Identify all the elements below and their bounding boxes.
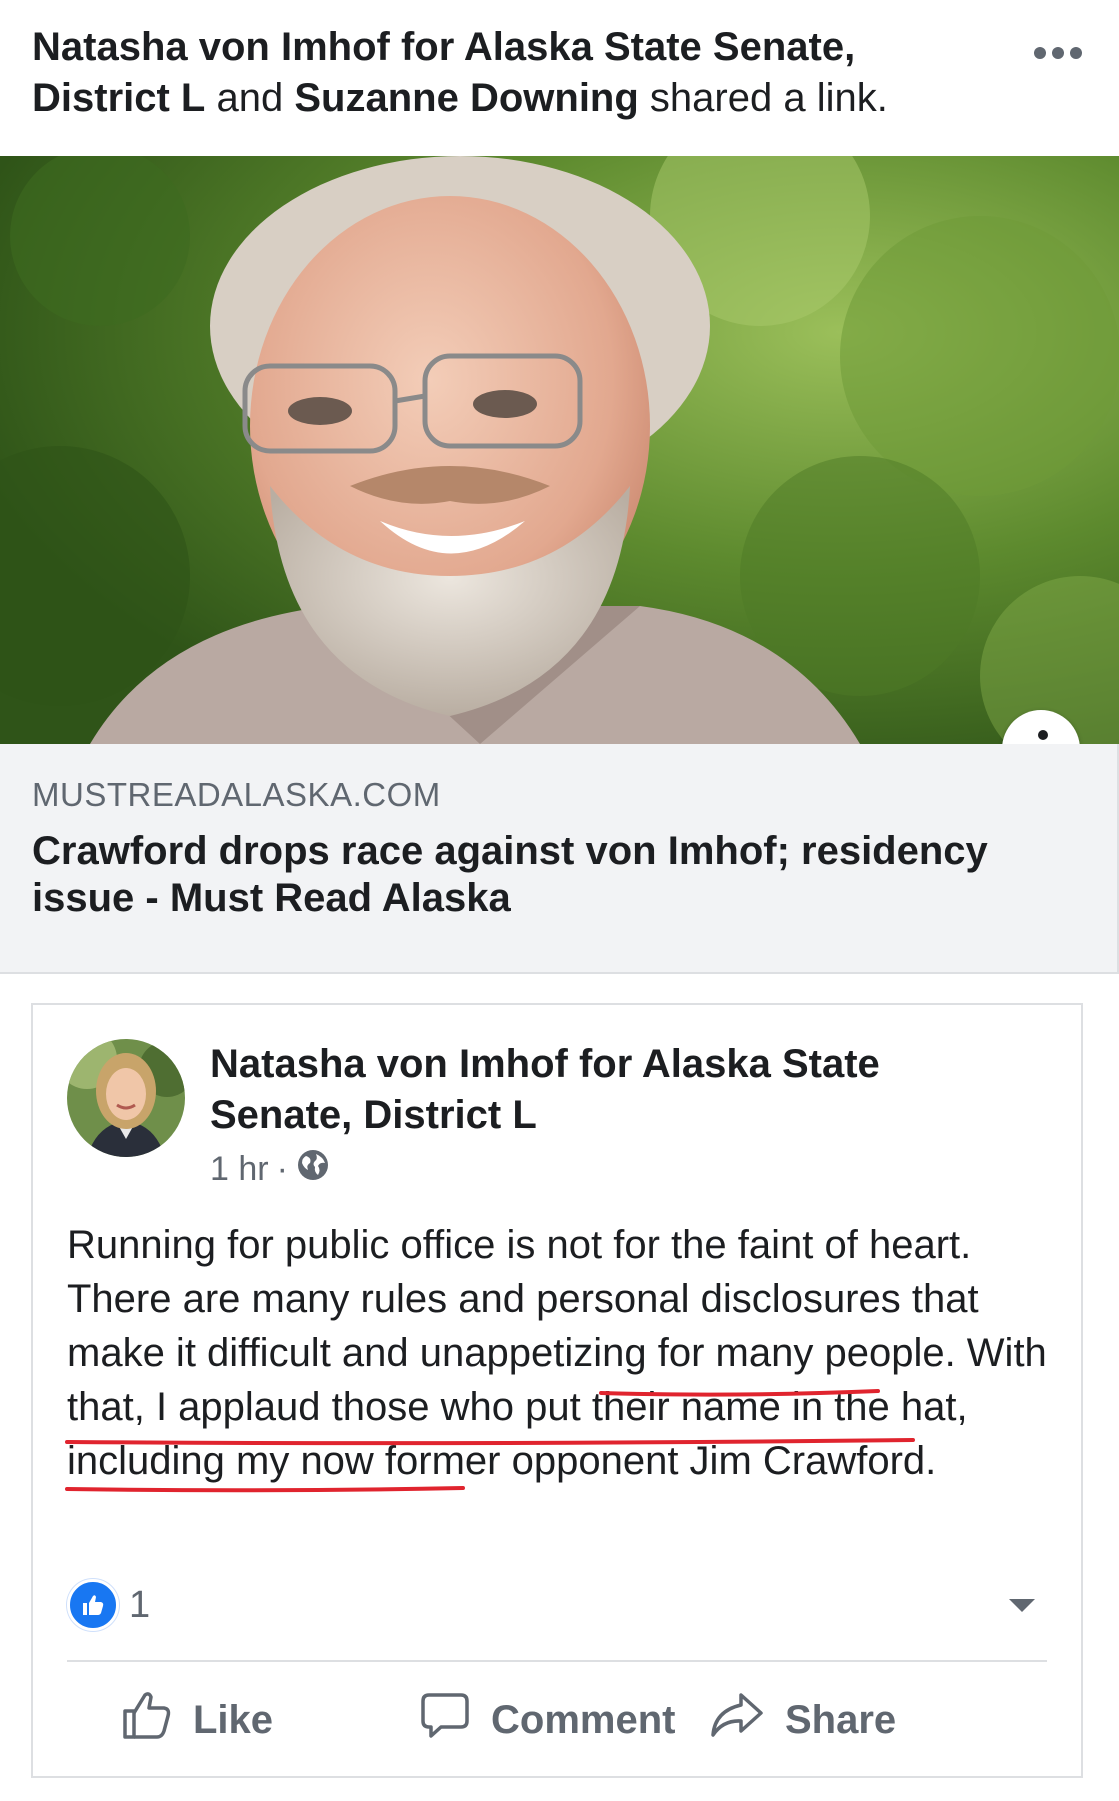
link-preview-image[interactable]	[0, 156, 1119, 744]
meta-separator: ·	[276, 1149, 288, 1188]
actor-name-link[interactable]: Suzanne Downing	[294, 76, 638, 120]
post-meta: 1 hr ·	[210, 1147, 330, 1191]
post-page-name[interactable]: Natasha von Imhof for Alaska State Senat…	[210, 1039, 1010, 1141]
caret-down-icon[interactable]	[1007, 1595, 1037, 1615]
like-reaction-icon	[67, 1579, 119, 1631]
post-text-end: .	[925, 1439, 937, 1483]
link-preview-footer[interactable]: MUSTREADALASKA.COM Crawford drops race a…	[0, 744, 1119, 974]
comment-bubble-icon	[419, 1689, 471, 1751]
reaction-count: 1	[129, 1583, 151, 1626]
globe-icon	[296, 1148, 330, 1191]
like-label: Like	[193, 1697, 274, 1742]
share-arrow-icon	[709, 1689, 765, 1751]
post-text: Running for public office is not for the…	[67, 1218, 1057, 1488]
share-button[interactable]: Share	[709, 1685, 896, 1755]
more-options-icon[interactable]	[1032, 38, 1084, 68]
post-timestamp[interactable]: 1 hr	[210, 1150, 269, 1189]
link-domain: MUSTREADALASKA.COM	[32, 776, 441, 813]
link-title[interactable]: Crawford drops race against von Imhof; r…	[32, 828, 1092, 922]
story-action-text: shared a link.	[649, 76, 888, 120]
avatar[interactable]	[67, 1039, 185, 1157]
story-header-text: Natasha von Imhof for Alaska State Senat…	[32, 22, 992, 124]
like-button[interactable]: Like	[121, 1685, 273, 1755]
story-header: Natasha von Imhof for Alaska State Senat…	[0, 0, 1119, 156]
post-text-underlined: I applaud those who put their name in th…	[67, 1385, 968, 1483]
divider	[67, 1660, 1047, 1662]
comment-label: Comment	[491, 1697, 676, 1742]
conjunction: and	[216, 76, 284, 120]
comment-button[interactable]: Comment	[419, 1685, 675, 1755]
reactions-summary[interactable]: 1	[67, 1579, 151, 1631]
embedded-post: Natasha von Imhof for Alaska State Senat…	[31, 1003, 1083, 1778]
share-label: Share	[785, 1697, 897, 1742]
thumbs-up-icon	[121, 1689, 173, 1751]
